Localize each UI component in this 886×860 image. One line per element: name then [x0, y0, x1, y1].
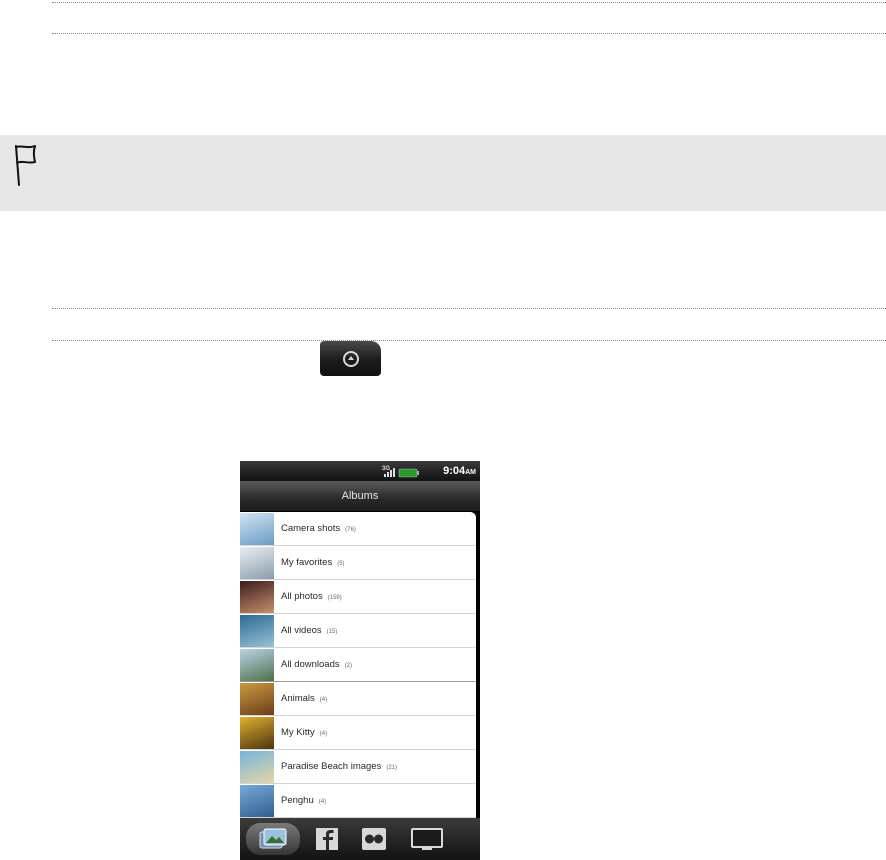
album-label: All downloads (2)	[281, 648, 352, 683]
album-label: All videos (15)	[281, 614, 337, 649]
album-count: (15)	[326, 629, 338, 635]
note-box	[0, 135, 886, 211]
facebook-icon	[316, 828, 338, 850]
album-thumbnail	[240, 547, 274, 579]
tab-facebook[interactable]	[306, 823, 346, 855]
album-label: Paradise Beach images (21)	[281, 750, 397, 785]
divider	[52, 308, 886, 309]
network-3g-icon: 3G	[382, 466, 390, 472]
album-label: My favorites (5)	[281, 546, 345, 581]
album-name: Animals	[281, 693, 315, 704]
album-row[interactable]: Penghu (4)	[240, 784, 476, 818]
album-count: (4)	[319, 697, 328, 703]
tab-bar	[240, 818, 480, 860]
album-thumbnail	[240, 751, 274, 783]
phone-screenshot: 3G 9:04AM Albums Camera shots (76) My favo…	[240, 461, 480, 860]
tab-tv[interactable]	[404, 823, 450, 855]
flickr-icon	[362, 828, 386, 850]
album-row[interactable]: All photos (159)	[240, 580, 476, 614]
album-thumbnail	[240, 581, 274, 613]
album-row[interactable]: All videos (15)	[240, 614, 476, 648]
album-row[interactable]: Camera shots (76)	[240, 512, 476, 546]
album-name: All photos	[281, 591, 323, 602]
home-key-icon	[320, 341, 381, 376]
tab-flickr[interactable]	[354, 823, 394, 855]
album-label: Animals (4)	[281, 682, 327, 717]
album-label: My Kitty (4)	[281, 716, 327, 751]
album-thumbnail	[240, 615, 274, 647]
album-count: (5)	[337, 561, 345, 567]
status-time: 9:04	[443, 465, 466, 477]
album-count: (21)	[386, 765, 398, 771]
tv-icon	[411, 828, 443, 850]
album-thumbnail	[240, 649, 274, 681]
album-count: (159)	[327, 595, 342, 601]
album-row[interactable]: My Kitty (4)	[240, 716, 476, 750]
album-name: My Kitty	[281, 727, 315, 738]
album-row[interactable]: All downloads (2)	[240, 648, 476, 683]
flag-icon	[15, 145, 36, 186]
album-thumbnail	[240, 683, 274, 715]
status-ampm: AM	[465, 469, 476, 476]
status-clock: 9:04AM	[443, 464, 476, 480]
album-count: (2)	[344, 663, 352, 669]
album-thumbnail	[240, 717, 274, 749]
album-thumbnail	[240, 513, 274, 545]
divider	[52, 33, 886, 34]
album-name: All downloads	[281, 659, 340, 670]
divider	[52, 340, 886, 341]
battery-icon	[398, 468, 419, 478]
album-name: Paradise Beach images	[281, 761, 382, 772]
album-name: My favorites	[281, 557, 333, 568]
album-row[interactable]: My favorites (5)	[240, 546, 476, 580]
divider	[52, 2, 886, 3]
albums-icon	[259, 828, 287, 849]
status-icons: 3G	[382, 466, 419, 478]
album-thumbnail	[240, 785, 274, 817]
album-label: Camera shots (76)	[281, 512, 356, 547]
album-label: Penghu (4)	[281, 784, 326, 818]
albums-title: Albums	[240, 481, 480, 511]
album-row[interactable]: Paradise Beach images (21)	[240, 750, 476, 784]
album-count: (76)	[345, 527, 356, 533]
album-count: (4)	[319, 731, 328, 737]
tab-albums[interactable]	[246, 823, 300, 855]
album-count: (4)	[318, 799, 327, 805]
album-label: All photos (159)	[281, 580, 342, 615]
album-row[interactable]: Animals (4)	[240, 682, 476, 716]
album-name: Camera shots	[281, 523, 341, 534]
album-name: Penghu	[281, 795, 314, 806]
status-bar: 3G 9:04AM	[240, 461, 480, 481]
album-name: All videos	[281, 625, 322, 636]
albums-list: Camera shots (76) My favorites (5) All photo…	[240, 512, 476, 818]
